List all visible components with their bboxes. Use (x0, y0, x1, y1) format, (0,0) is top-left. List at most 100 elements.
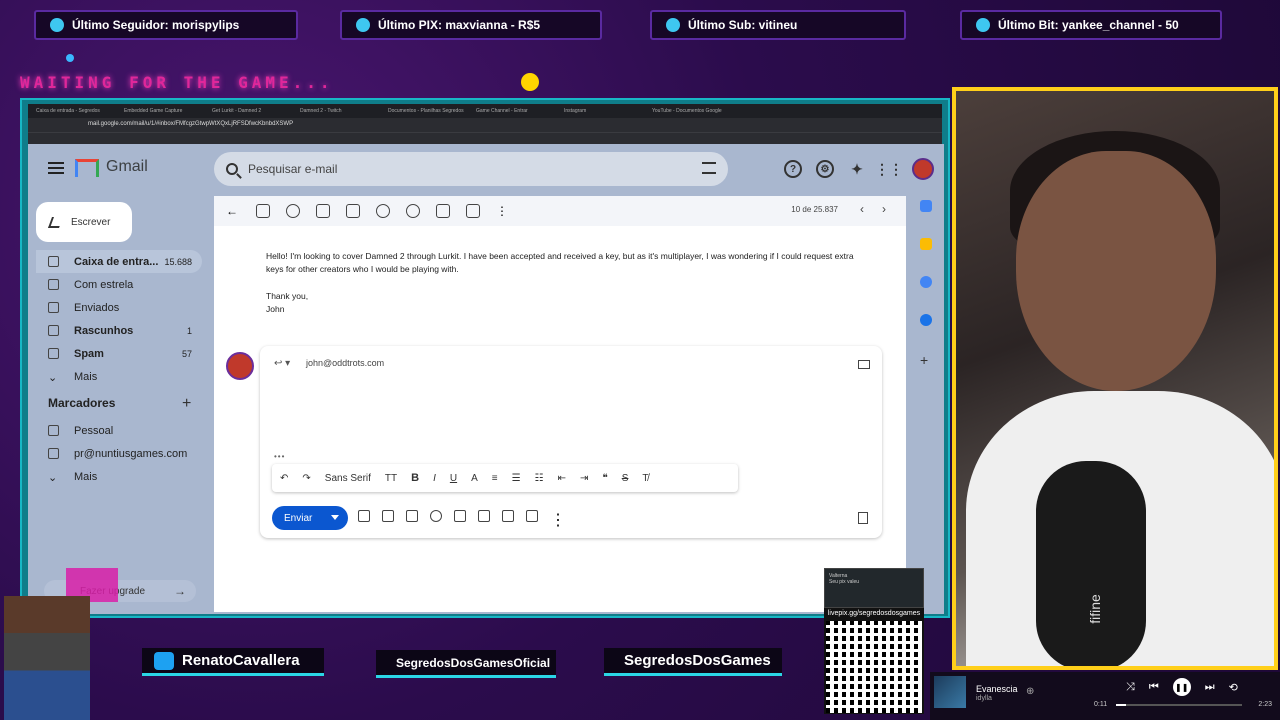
more-vert-icon[interactable]: ⋮ (496, 204, 510, 218)
signature-pen-icon[interactable] (526, 510, 538, 522)
tab-capture[interactable]: Embedded Game Capture (120, 104, 206, 118)
sidebar-item-sent[interactable]: Enviados (36, 296, 202, 319)
add-addon-icon[interactable]: + (920, 352, 932, 368)
sidebar-item-more[interactable]: ⌄ Mais (36, 365, 202, 388)
star-icon (666, 18, 680, 32)
compose-button[interactable]: Escrever (36, 202, 132, 242)
tab-game-channel[interactable]: Game Channel - Entrar (472, 104, 558, 118)
message-text: Hello! I'm looking to cover Damned 2 thr… (266, 251, 854, 274)
clear-format-icon[interactable]: T̸ (642, 473, 648, 484)
menu-icon[interactable] (48, 162, 64, 174)
search-icon[interactable] (226, 163, 238, 175)
gmail-brand: Gmail (106, 158, 148, 175)
shuffle-icon[interactable]: ⤨ (1126, 681, 1135, 694)
lock-icon[interactable] (502, 510, 514, 522)
apps-grid-icon[interactable]: ⋮⋮ (875, 160, 903, 178)
discard-icon[interactable] (858, 512, 868, 524)
keep-icon[interactable] (920, 238, 932, 250)
bullet-list-icon[interactable]: ☷ (535, 473, 544, 484)
calendar-icon[interactable] (920, 200, 932, 212)
redo-icon[interactable]: ↷ (302, 473, 310, 484)
pause-icon[interactable]: ❚❚ (1172, 678, 1191, 696)
sidebar-item-label: Mais (74, 370, 98, 383)
popout-icon[interactable] (858, 360, 870, 369)
decor-dot (66, 54, 74, 62)
sidebar-item-drafts[interactable]: Rascunhos 1 (36, 319, 202, 342)
contacts-icon[interactable] (920, 314, 932, 326)
gear-icon[interactable]: ⚙ (816, 160, 834, 178)
tab-instagram[interactable]: Instagram (560, 104, 646, 118)
quote-icon[interactable]: ❝ (602, 473, 607, 484)
progress-fill (1116, 704, 1127, 706)
show-trimmed-icon[interactable]: ••• (274, 452, 285, 461)
label-item-personal[interactable]: Pessoal (36, 419, 202, 442)
send-button[interactable]: Enviar (272, 506, 348, 530)
more-vert-icon[interactable]: ⋮ (550, 510, 566, 529)
chevron-left-icon[interactable]: ‹ (860, 202, 864, 216)
labels-title: Marcadores (48, 396, 116, 410)
add-task-icon[interactable] (406, 204, 420, 218)
move-to-icon[interactable] (436, 204, 450, 218)
align-icon[interactable]: ≡ (492, 473, 498, 484)
browser-tabs: Caixa de entrada - Segredos Embedded Gam… (28, 104, 942, 118)
add-circle-icon[interactable]: ⊕ (1026, 686, 1034, 697)
italic-icon[interactable]: I (433, 473, 436, 484)
search-input[interactable]: Pesquisar e-mail (214, 152, 728, 186)
chevron-right-icon[interactable]: › (882, 202, 886, 216)
drive-icon[interactable] (454, 510, 466, 522)
snooze-icon[interactable] (376, 204, 390, 218)
link-icon[interactable] (406, 510, 418, 522)
tab-docs[interactable]: Documentos - Planilhas Segredos (384, 104, 470, 118)
gmail-logo-icon (75, 159, 99, 177)
sparkle-icon[interactable]: ✦ (848, 160, 866, 178)
font-size-icon[interactable]: TT (385, 473, 397, 484)
text-color-icon[interactable]: A (471, 473, 478, 484)
label-item-more[interactable]: ⌄ Mais (36, 465, 202, 488)
search-options-icon[interactable] (702, 162, 716, 174)
numbered-list-icon[interactable]: ☰ (512, 473, 521, 484)
sidebar-item-count: 57 (181, 348, 192, 359)
label-icon[interactable] (466, 204, 480, 218)
attach-icon[interactable] (382, 510, 394, 522)
next-icon[interactable]: ⏭ (1205, 681, 1215, 694)
bold-icon[interactable]: B (411, 472, 419, 484)
undo-icon[interactable]: ↶ (280, 473, 288, 484)
sidebar-item-starred[interactable]: Com estrela (36, 273, 202, 296)
previous-icon[interactable]: ⏮ (1149, 681, 1159, 694)
url-bar[interactable]: mail.google.com/mail/u/1/#inbox/FMfcgzGt… (28, 118, 942, 132)
back-icon[interactable]: ← (226, 204, 240, 218)
reply-type-icon[interactable]: ↩ ▾ (274, 358, 290, 369)
font-select[interactable]: Sans Serif (325, 473, 371, 484)
indent-more-icon[interactable]: ⇥ (580, 473, 588, 484)
strikethrough-icon[interactable]: S (622, 473, 629, 484)
pix-qr-panel: Valterna Seu pix valeu livepix.gg/segred… (824, 568, 924, 714)
emoji-icon[interactable] (430, 510, 442, 522)
delete-icon[interactable] (316, 204, 330, 218)
sidebar-item-inbox[interactable]: Caixa de entra... 15.688 (36, 250, 202, 273)
progress-bar[interactable] (1116, 704, 1242, 706)
help-icon[interactable]: ? (784, 160, 802, 178)
report-icon[interactable] (286, 204, 300, 218)
tab-inbox[interactable]: Caixa de entrada - Segredos (32, 104, 118, 118)
indent-less-icon[interactable]: ⇤ (558, 473, 566, 484)
reply-recipient[interactable]: john@oddtrots.com (306, 358, 384, 368)
tab-twitch[interactable]: Damned 2 - Twitch (296, 104, 382, 118)
label-item-pr[interactable]: pr@nuntiusgames.com (36, 442, 202, 465)
last-sub-pill: Último Sub: vitineu (650, 10, 906, 40)
photo-icon[interactable] (478, 510, 490, 522)
archive-icon[interactable] (256, 204, 270, 218)
time-current: 0:11 (1094, 701, 1108, 708)
format-options-icon[interactable] (358, 510, 370, 522)
chevron-down-icon: ⌄ (48, 372, 58, 384)
sidebar-item-spam[interactable]: Spam 57 (36, 342, 202, 365)
repeat-icon[interactable]: ⟲ (1229, 681, 1238, 694)
tab-youtube[interactable]: YouTube - Documentos Google (648, 104, 734, 118)
tasks-icon[interactable] (920, 276, 932, 288)
send-label: Enviar (284, 512, 313, 524)
tab-lurkit[interactable]: Get Lurkit - Damned 2 (208, 104, 294, 118)
avatar[interactable] (912, 158, 934, 180)
mark-unread-icon[interactable] (346, 204, 360, 218)
send-options-icon[interactable] (331, 515, 339, 520)
add-label-button[interactable]: + (182, 395, 191, 413)
underline-icon[interactable]: U (450, 473, 457, 484)
